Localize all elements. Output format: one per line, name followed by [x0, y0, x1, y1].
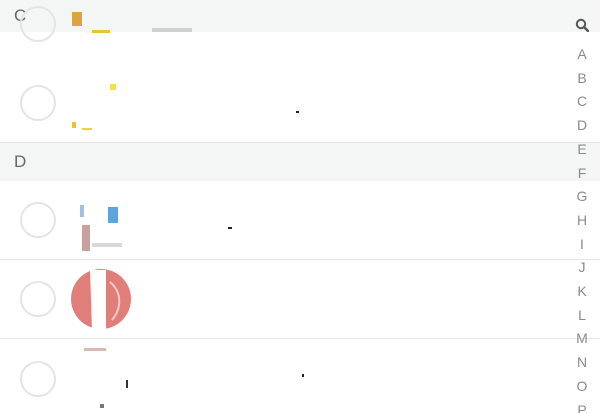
section-header-letter: D [14, 152, 27, 171]
index-letter-e[interactable]: E [564, 141, 600, 157]
index-letter-m[interactable]: M [564, 330, 600, 346]
contact-avatar [70, 189, 132, 251]
select-radio[interactable] [20, 281, 56, 317]
contact-row[interactable] [0, 6, 600, 64]
index-letter-l[interactable]: L [564, 307, 600, 323]
index-letter-b[interactable]: B [564, 70, 600, 86]
contact-row[interactable] [0, 339, 600, 413]
alphabet-index-bar[interactable]: ABCDEFGHIJKLMNOP [564, 12, 600, 413]
contact-name-redacted [228, 227, 232, 229]
index-letter-d[interactable]: D [564, 117, 600, 133]
contact-picker-screen: C D A B C D E F G H I J K L M N O P [0, 0, 600, 413]
index-letter-p[interactable]: P [564, 402, 600, 413]
index-letter-k[interactable]: K [564, 283, 600, 299]
section-header-d: D [0, 143, 600, 181]
contact-name-redacted [152, 28, 192, 32]
select-radio[interactable] [20, 6, 56, 42]
index-letter-a[interactable]: A [564, 46, 600, 62]
contact-avatar [70, 268, 132, 330]
select-radio[interactable] [20, 202, 56, 238]
contact-name-redacted [302, 374, 304, 377]
contact-row[interactable] [0, 260, 600, 339]
contact-name-redacted [296, 111, 299, 113]
index-letter-o[interactable]: O [564, 378, 600, 394]
contact-row[interactable] [0, 181, 600, 260]
index-letter-n[interactable]: N [564, 354, 600, 370]
select-radio[interactable] [20, 361, 56, 397]
index-letter-f[interactable]: F [564, 165, 600, 181]
contact-avatar [70, 72, 132, 134]
select-radio[interactable] [20, 84, 56, 121]
index-letter-j[interactable]: J [564, 259, 600, 275]
index-letter-c[interactable]: C [564, 93, 600, 109]
contact-row[interactable] [0, 63, 600, 143]
contact-avatar [70, 348, 132, 410]
search-icon[interactable] [575, 18, 589, 32]
index-letter-g[interactable]: G [564, 188, 600, 204]
index-letter-i[interactable]: I [564, 236, 600, 252]
contact-avatar [70, 12, 132, 54]
index-letter-h[interactable]: H [564, 212, 600, 228]
